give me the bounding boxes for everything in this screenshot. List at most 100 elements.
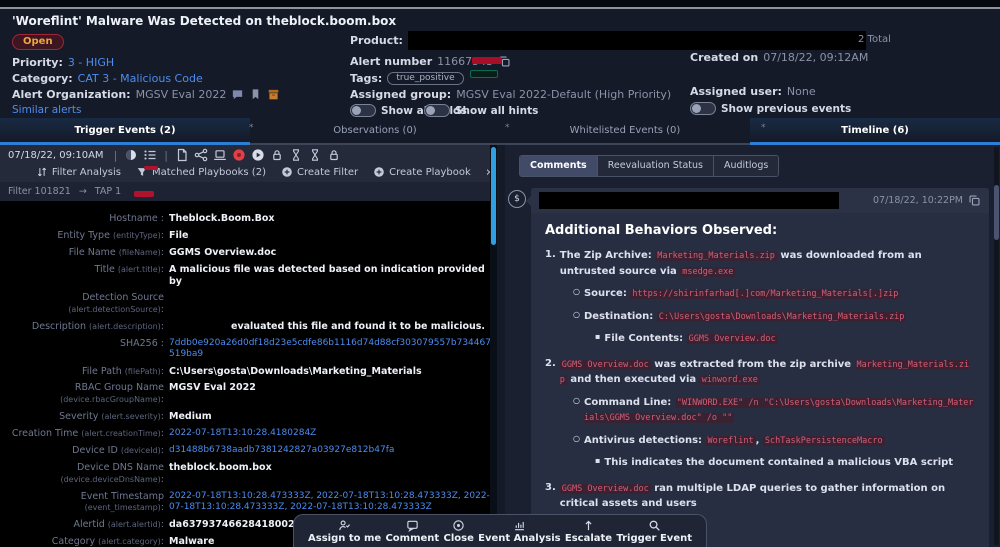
comment-text: Command Line: "WINWORD.EXE" /n "C:\Users… <box>584 395 975 426</box>
similar-alerts-link[interactable]: Similar alerts <box>12 104 81 116</box>
chat-icon[interactable] <box>231 88 244 101</box>
field-key: (entityType) <box>113 231 161 240</box>
assigned-group-value: MGSV Eval 2022-Default (High Priority) <box>456 88 671 101</box>
main-tabbar: Trigger Events (2) Observations (0) Whit… <box>0 118 1000 145</box>
field-row-rbac-group-name: RBAC Group Name (device.rbacGroupName):M… <box>0 382 497 406</box>
event-analysis-button[interactable]: Event Analysis <box>478 519 560 544</box>
tap-label[interactable]: TAP 1 <box>95 186 121 197</box>
code-text: winword.exe <box>700 375 760 385</box>
created-on-label: Created on <box>690 51 758 64</box>
list-number: 2. <box>545 358 556 388</box>
field-value: C:\Users\gosta\Downloads\Marketing_Mater… <box>169 366 491 378</box>
play-circle-icon[interactable] <box>251 148 265 162</box>
filter-id[interactable]: Filter 101821 <box>8 186 71 197</box>
alert-header: 'Woreflint' Malware Was Detected on theb… <box>0 11 1000 118</box>
network-icon[interactable] <box>194 148 208 162</box>
copy-icon[interactable] <box>968 194 981 207</box>
field-value-link[interactable]: 2022-07-18T13:10:28.4180284Z <box>169 428 491 440</box>
show-all-hints-toggle[interactable] <box>424 104 450 117</box>
created-on-value: 07/18/22, 09:12AM <box>763 51 868 64</box>
field-row-description: Description (alert.description):evaluate… <box>0 321 497 333</box>
top-strip <box>0 0 1000 9</box>
field-label: Creation Time (alert.creationTime): <box>0 428 164 440</box>
plain-text: This indicates the document contained a … <box>604 457 953 468</box>
create-filter-button[interactable]: Create Filter <box>281 166 358 178</box>
field-row-detection-source: Detection Source (alert.detectionSource)… <box>0 292 497 316</box>
subtab-auditlogs[interactable]: Auditlogs <box>714 156 778 176</box>
code-text: https://shirinfarhad[.]com/Marketing_Mat… <box>630 289 900 299</box>
event-toolbar-icons-row: 07/18/22, 09:10AM | | <box>8 147 341 163</box>
action-label: Trigger Event <box>616 533 692 544</box>
tab-trigger-events[interactable]: Trigger Events (2) <box>0 118 250 145</box>
field-key: (alert.detectionSource) <box>68 305 161 314</box>
field-row-creation-time: Creation Time (alert.creationTime): 2022-… <box>0 428 497 440</box>
action-label: Assign to me <box>308 533 381 544</box>
field-key: (alert.alertid) <box>108 520 161 529</box>
field-value-link[interactable]: 7ddb0e920a26d0df18d23e5cdfe86b1116d74d88… <box>169 338 491 361</box>
show-all-fields-toggle[interactable] <box>350 104 376 117</box>
category-value[interactable]: CAT 3 - Malicious Code <box>78 72 203 85</box>
comment-button[interactable]: Comment <box>385 519 439 544</box>
timeline-subtabs: Comments Reevaluation Status Auditlogs <box>519 155 779 177</box>
assign-user-button[interactable]: Assign to me <box>308 519 381 544</box>
field-value-link[interactable]: 2022-07-18T13:10:28.473333Z, 2022-07-18T… <box>169 491 491 515</box>
close-record-button[interactable]: Close <box>444 519 474 544</box>
comment-text: Antivirus detections: Woreflint, SchTask… <box>584 433 885 449</box>
tab-observations[interactable]: Observations (0) <box>250 118 500 145</box>
field-label: Event Timestamp (event_timestamp): <box>0 491 164 515</box>
field-key: (device.rbacGroupName) <box>60 395 161 404</box>
field-value: Medium <box>169 411 491 423</box>
subtab-reevaluation-status[interactable]: Reevaluation Status <box>598 156 714 176</box>
event-analysis-icon <box>513 519 526 532</box>
field-label: Hostname : <box>0 213 164 225</box>
plain-text: , <box>756 435 763 446</box>
archive-icon[interactable] <box>267 88 280 101</box>
tab-whitelisted-events[interactable]: Whitelisted Events (0) <box>500 118 750 145</box>
create-playbook-button[interactable]: Create Playbook <box>373 166 471 178</box>
field-key: (alert.description) <box>89 322 161 331</box>
lock-icon[interactable] <box>327 148 341 162</box>
plain-text: Antivirus detections: <box>584 435 706 446</box>
field-key: (alert.title) <box>118 265 161 274</box>
bookmark-icon[interactable] <box>249 88 262 101</box>
file-icon[interactable] <box>175 148 189 162</box>
right-scrollbar-track[interactable] <box>994 147 999 545</box>
left-scrollbar-thumb[interactable] <box>491 147 496 245</box>
bullet-icon: ○ <box>573 396 580 426</box>
code-text: Woreflint <box>706 436 756 446</box>
total-count: 2 Total <box>858 34 891 45</box>
contrast-icon[interactable] <box>124 148 138 162</box>
record-red-icon[interactable] <box>232 148 246 162</box>
list-icon[interactable] <box>143 148 157 162</box>
priority-label: Priority: <box>12 56 63 69</box>
field-label: Device ID (deviceId): <box>0 445 164 457</box>
assign-user-icon <box>338 519 351 532</box>
lock-icon[interactable] <box>270 148 284 162</box>
annotation-mark <box>144 166 158 170</box>
tag-true-positive[interactable]: true_positive <box>387 72 463 85</box>
tab-timeline[interactable]: Timeline (6) <box>750 118 1000 145</box>
field-label: Description (alert.description): <box>0 321 164 333</box>
left-scrollbar-track[interactable] <box>490 145 497 547</box>
comment-timestamp: 07/18/22, 10:22PM <box>873 195 963 206</box>
field-label: RBAC Group Name (device.rbacGroupName): <box>0 382 164 406</box>
field-label: Alertid (alert.alertid): <box>0 519 164 531</box>
right-scrollbar-thumb[interactable] <box>994 185 999 240</box>
escalate-button[interactable]: Escalate <box>565 519 612 544</box>
priority-value[interactable]: 3 - HIGH <box>68 56 114 69</box>
hourglass-icon[interactable] <box>289 148 303 162</box>
hourglass-icon[interactable] <box>308 148 322 162</box>
comment-list-item: 2.GGMS Overview.doc was extracted from t… <box>545 357 975 388</box>
field-value-link[interactable]: d31488b6738aadb7381242827a03927e812b47fa <box>169 445 491 457</box>
show-previous-events-toggle[interactable] <box>690 102 716 115</box>
sort-icon <box>36 166 48 178</box>
alert-org-value: MGSV Eval 2022 <box>136 88 227 101</box>
comment-text: The Zip Archive: Marketing_Materials.zip… <box>560 248 975 279</box>
subtab-comments[interactable]: Comments <box>520 156 598 176</box>
filter-analysis-button[interactable]: Filter Analysis <box>36 166 121 178</box>
comment-author-redacted <box>539 192 839 209</box>
comment-list-item: 3.GGMS Overview.doc ran multiple LDAP qu… <box>545 481 975 512</box>
laptop-icon[interactable] <box>213 148 227 162</box>
comment-list-item: ▪File Contents: GGMS Overview.doc <box>545 331 975 347</box>
search-button[interactable]: Trigger Event <box>616 519 692 544</box>
